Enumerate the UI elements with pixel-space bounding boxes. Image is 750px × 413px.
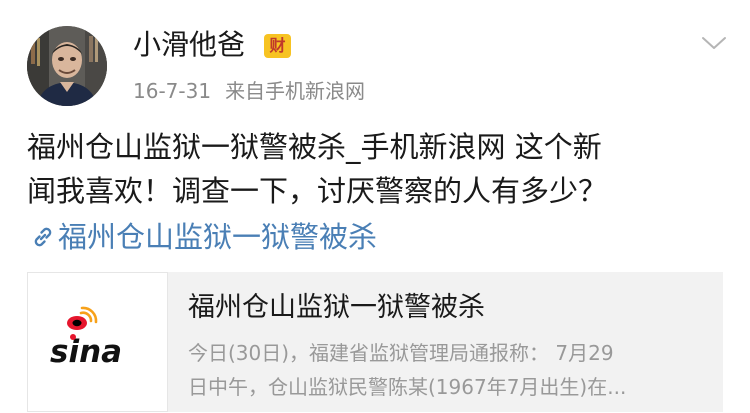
card-thumbnail: sina <box>27 272 168 412</box>
link-icon <box>34 227 52 247</box>
card-desc-line: 今日(30日)，福建省监狱管理局通报称： 7月29 <box>188 341 614 365</box>
avatar-image <box>27 26 107 106</box>
chevron-down-icon[interactable] <box>700 33 728 53</box>
post-time: 16-7-31 <box>133 79 212 103</box>
svg-text:sina: sina <box>50 334 122 370</box>
card-desc-line: 日中午，仓山监狱民警陈某(1967年7月出生)在... <box>188 375 627 399</box>
sina-logo: sina <box>50 306 122 370</box>
link-card[interactable]: sina 福州仓山监狱一狱警被杀 今日(30日)，福建省监狱管理局通报称： 7月… <box>27 272 723 412</box>
post-meta: 16-7-31 来自手机新浪网 <box>133 78 365 104</box>
avatar[interactable] <box>27 26 107 106</box>
card-title[interactable]: 福州仓山监狱一狱警被杀 <box>188 290 485 326</box>
username[interactable]: 小滑他爸 <box>133 28 245 62</box>
post-text-line: 福州仓山监狱一狱警被杀_手机新浪网 这个新 <box>27 130 602 164</box>
card-description: 今日(30日)，福建省监狱管理局通报称： 7月29 日中午，仓山监狱民警陈某(1… <box>188 336 713 404</box>
badge-icon: 财 <box>264 34 291 58</box>
post-source: 来自手机新浪网 <box>225 79 366 103</box>
post-content: 福州仓山监狱一狱警被杀_手机新浪网 这个新 闻我喜欢！调查一下，讨厌警察的人有多… <box>27 125 727 213</box>
post-link[interactable]: 福州仓山监狱一狱警被杀 <box>30 215 377 259</box>
post-text-line: 闻我喜欢！调查一下，讨厌警察的人有多少？ <box>27 174 608 208</box>
post-link-text[interactable]: 福州仓山监狱一狱警被杀 <box>58 220 377 254</box>
weibo-post: 小滑他爸 财 16-7-31 来自手机新浪网 福州仓山监狱一狱警被杀_手机新浪网 … <box>0 0 750 412</box>
